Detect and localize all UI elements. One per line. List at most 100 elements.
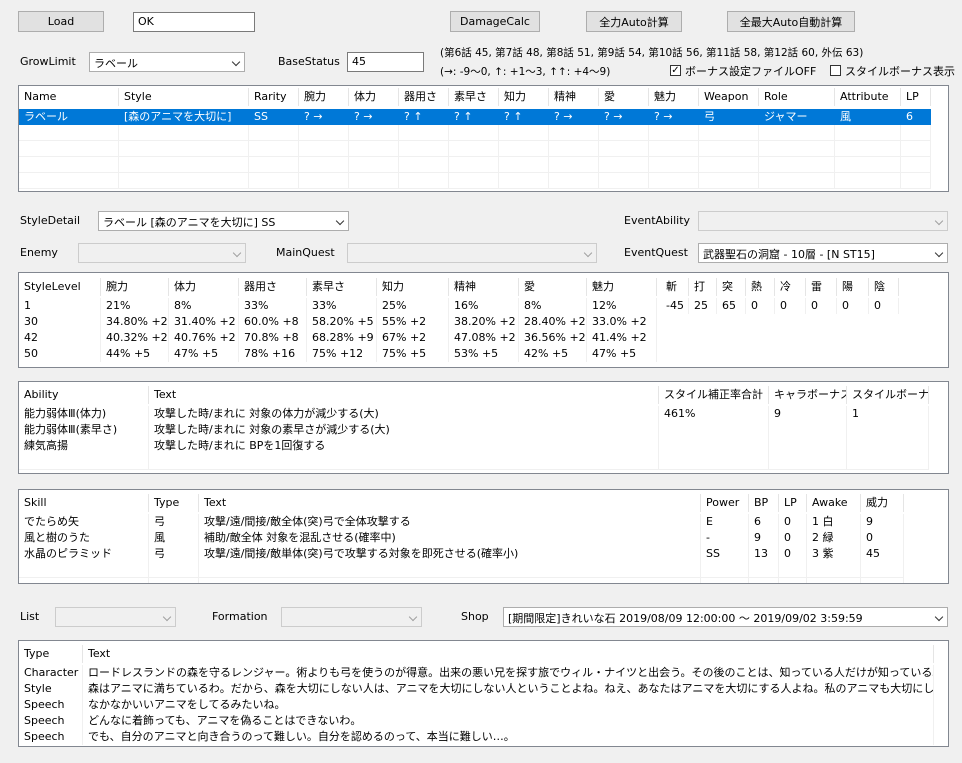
table-cell: 31.40% +2 (169, 314, 239, 330)
table-cell (299, 173, 349, 189)
table-cell: どんなに着飾っても、アニマを偽ることはできないわ。 (83, 713, 934, 729)
table-cell (549, 157, 599, 173)
table-cell (835, 141, 901, 157)
base-status-input[interactable]: 45 (347, 52, 424, 72)
table-cell: Speech (19, 729, 83, 745)
table-cell: SS (249, 109, 299, 125)
table-cell: 67% +2 (377, 330, 449, 346)
grow-limit-select[interactable]: ラベール (89, 52, 245, 72)
table-cell: 6 (749, 514, 779, 530)
table-cell: 知力 (499, 88, 549, 106)
table-cell: Text (83, 645, 934, 663)
ability-table: AbilityTextスタイル補正率合計キャラボーナススタイルボーナス能力弱体Ⅲ… (18, 381, 949, 474)
table-cell: 0 (861, 530, 904, 546)
table-cell: 55% +2 (377, 314, 449, 330)
table-cell: 素早さ (449, 88, 499, 106)
table-cell: 38.20% +2 (449, 314, 519, 330)
table-cell: Name (19, 88, 119, 106)
table-cell (835, 125, 901, 141)
table-cell: 70.8% +8 (239, 330, 307, 346)
table-cell: Skill (19, 494, 149, 512)
table-cell: 8% (169, 298, 239, 314)
table-cell: 能力弱体Ⅲ(体力) (19, 406, 149, 422)
shop-select[interactable]: [期間限定]きれいな石 2019/08/09 12:00:00 ～ 2019/0… (503, 607, 948, 627)
table-cell: ? → (599, 109, 649, 125)
table-cell: 0 (746, 298, 775, 314)
status-field[interactable]: OK (133, 12, 255, 32)
table-cell (449, 125, 499, 141)
table-cell (349, 141, 399, 157)
table-cell (699, 173, 759, 189)
bonus-off-checkbox[interactable]: ✓ (670, 65, 681, 76)
table-cell: でたらめ矢 (19, 514, 149, 530)
table-cell: LP (779, 494, 807, 512)
table-cell: Speech (19, 713, 83, 729)
event-ability-label: EventAbility (624, 214, 691, 227)
table-cell: 42% +5 (519, 346, 587, 362)
table-cell (549, 173, 599, 189)
table-cell: 40.76% +2 (169, 330, 239, 346)
table-cell: 78% +16 (239, 346, 307, 362)
table-cell: 練気高揚 (19, 438, 149, 454)
table-cell: 腕力 (299, 88, 349, 106)
table-cell: 魅力 (649, 88, 699, 106)
style-detail-select[interactable]: ラベール [森のアニマを大切に] SS (98, 211, 349, 231)
table-cell: 2 緑 (807, 530, 861, 546)
table-cell (701, 578, 749, 583)
table-cell (449, 157, 499, 173)
table-cell: 44% +5 (101, 346, 169, 362)
table-cell (549, 125, 599, 141)
table-cell: Character (19, 665, 83, 681)
table-cell: 36.56% +2 (519, 330, 587, 346)
table-cell: -45 (661, 298, 689, 314)
table-cell (779, 578, 807, 583)
table-cell (599, 141, 649, 157)
table-cell: 打 (689, 278, 717, 296)
table-cell (19, 562, 149, 578)
table-cell: ? → (649, 109, 699, 125)
event-ability-select[interactable] (698, 211, 948, 231)
table-cell: 12% (587, 298, 657, 314)
table-cell (807, 562, 861, 578)
main-quest-select[interactable] (347, 243, 597, 263)
enemy-select[interactable] (78, 243, 246, 263)
event-quest-select[interactable]: 武器聖石の洞窟 - 10層 - [N ST15] (698, 243, 948, 263)
table-cell (699, 141, 759, 157)
table-cell: 0 (779, 514, 807, 530)
table-cell: ラベール (19, 109, 119, 125)
table-cell: Style (19, 681, 83, 697)
load-button[interactable]: Load (18, 11, 104, 32)
table-cell: 精神 (549, 88, 599, 106)
table-cell: 水晶のピラミッド (19, 546, 149, 562)
table-cell (861, 562, 904, 578)
full-auto-button[interactable]: 全力Auto計算 (586, 11, 682, 32)
table-cell: 9 (769, 406, 847, 422)
table-cell: 愛 (519, 278, 587, 296)
table-cell: 25 (689, 298, 717, 314)
table-cell (249, 173, 299, 189)
table-cell: なかなかいいアニマをしてるみたいね。 (83, 697, 934, 713)
style-bonus-checkbox[interactable] (830, 65, 841, 76)
table-cell (249, 141, 299, 157)
list-select[interactable] (55, 607, 176, 627)
skill-table: Skill Type Text Power BP LP Awake 威力 でたらめ矢弓攻撃/遠/… (18, 489, 949, 584)
table-cell: 33% (239, 298, 307, 314)
table-cell: 器用さ (239, 278, 307, 296)
table-cell: Style (119, 88, 249, 106)
formation-select[interactable] (281, 607, 422, 627)
episodes-info: (第6話 45, 第7話 48, 第8話 51, 第9話 54, 第10話 56… (440, 47, 864, 59)
table-cell: 斬 (661, 278, 689, 296)
table-cell: ? ↑ (449, 109, 499, 125)
style-bonus-label: スタイルボーナス表示 (845, 65, 955, 78)
table-cell: 弓 (699, 109, 759, 125)
event-quest-value: 武器聖石の洞窟 - 10層 - [N ST15] (703, 248, 875, 261)
table-cell: 47.08% +2 (449, 330, 519, 346)
max-auto-button[interactable]: 全最大Auto自動計算 (727, 11, 855, 32)
table-cell (659, 454, 769, 470)
table-cell: 魅力 (587, 278, 657, 296)
table-cell: ? → (299, 109, 349, 125)
table-cell: 精神 (449, 278, 519, 296)
damage-calc-button[interactable]: DamageCalc (450, 11, 540, 32)
table-cell: Speech (19, 697, 83, 713)
table-cell (847, 454, 929, 470)
